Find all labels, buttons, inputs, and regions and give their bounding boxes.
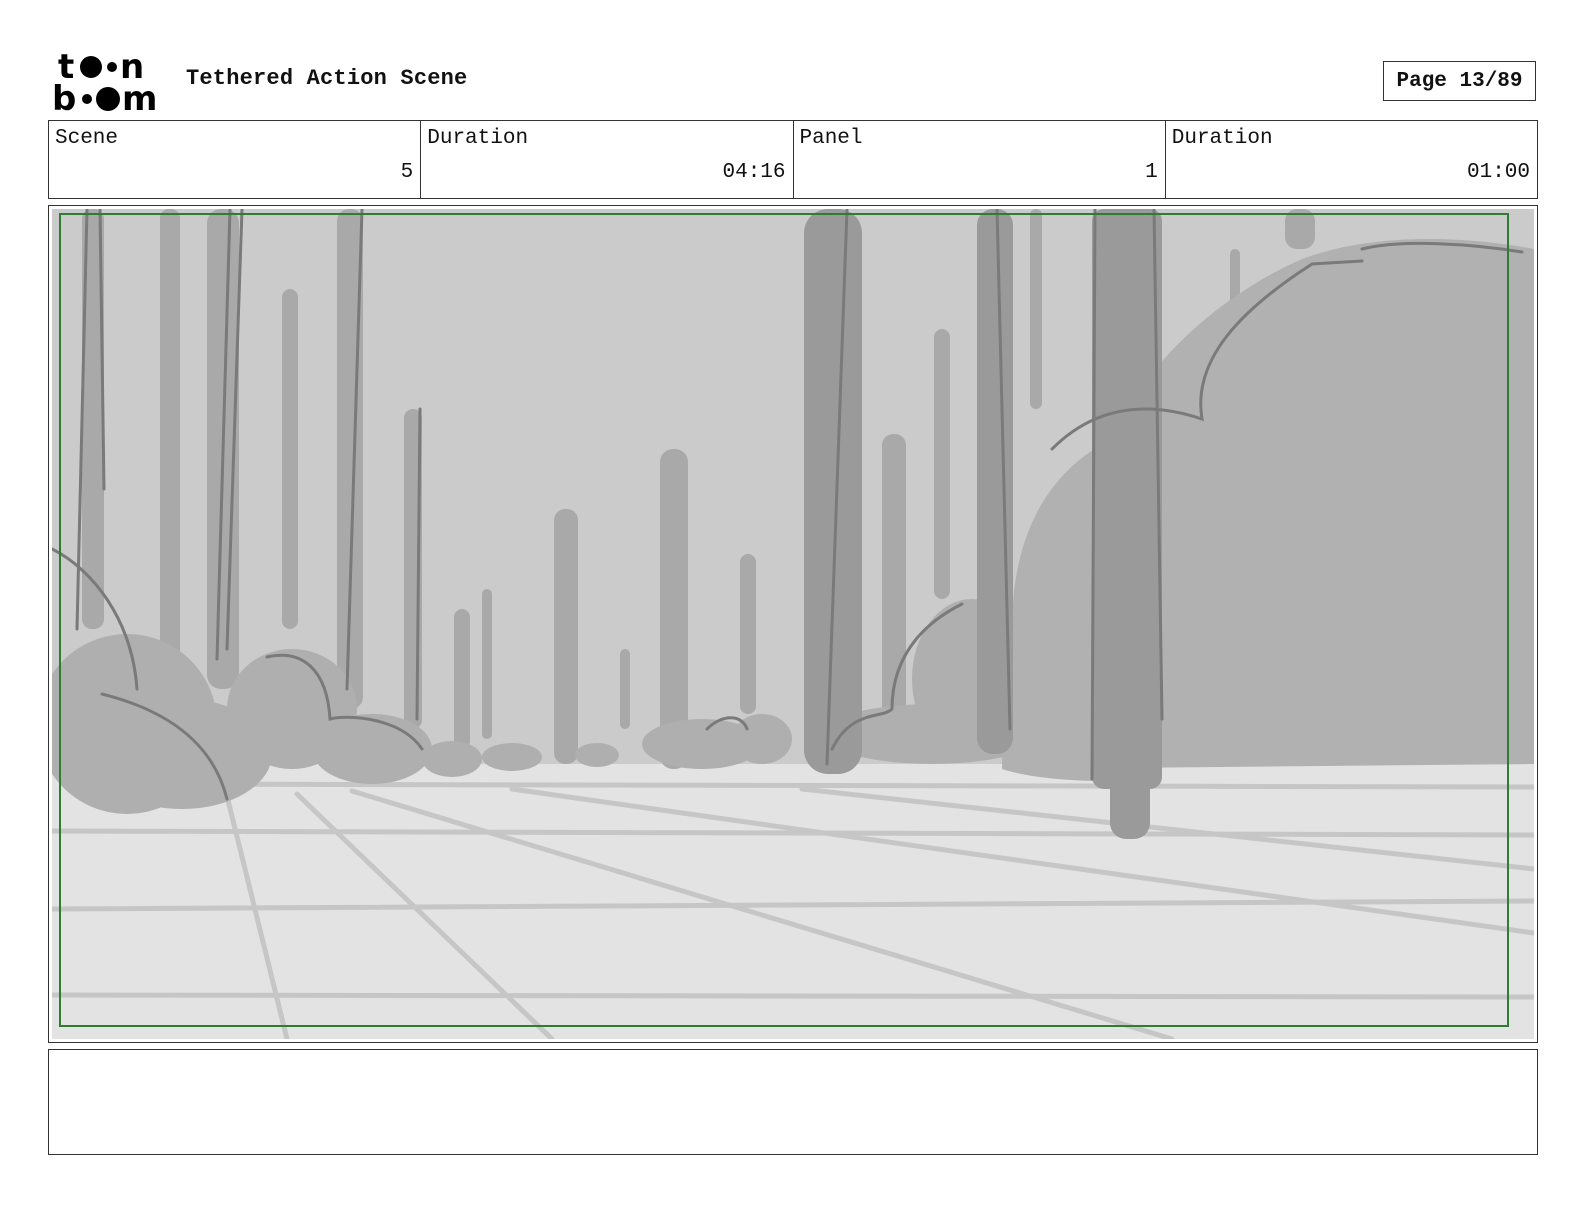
svg-text:b: b (52, 79, 76, 114)
panel-label: Panel (799, 127, 863, 150)
forest-sketch-image (52, 209, 1534, 1039)
scene-label: Scene (55, 127, 119, 150)
storyboard-title: Tethered Action Scene (186, 66, 468, 91)
panel-duration-label: Duration (1171, 127, 1273, 150)
scene-duration-value: 04:16 (722, 161, 786, 184)
scene-value: 5 (400, 161, 414, 184)
page-indicator: Page 13/89 (1383, 61, 1536, 101)
panel-duration-value: 01:00 (1466, 161, 1530, 184)
svg-text:m: m (122, 79, 157, 114)
scene-cell: Scene 5 (49, 121, 422, 198)
scene-duration-label: Duration (427, 127, 529, 150)
scene-duration-cell: Duration 04:16 (421, 121, 794, 198)
toonboom-logo: t n b m (52, 48, 157, 114)
panel-value: 1 (1145, 161, 1158, 184)
panel-notes-box (48, 1049, 1538, 1155)
panel-image-frame (48, 205, 1538, 1043)
panel-duration-cell: Duration 01:00 (1166, 121, 1537, 198)
panel-cell: Panel 1 (794, 121, 1166, 198)
scene-info-row: Scene 5 Duration 04:16 Panel 1 Duration … (48, 120, 1538, 199)
